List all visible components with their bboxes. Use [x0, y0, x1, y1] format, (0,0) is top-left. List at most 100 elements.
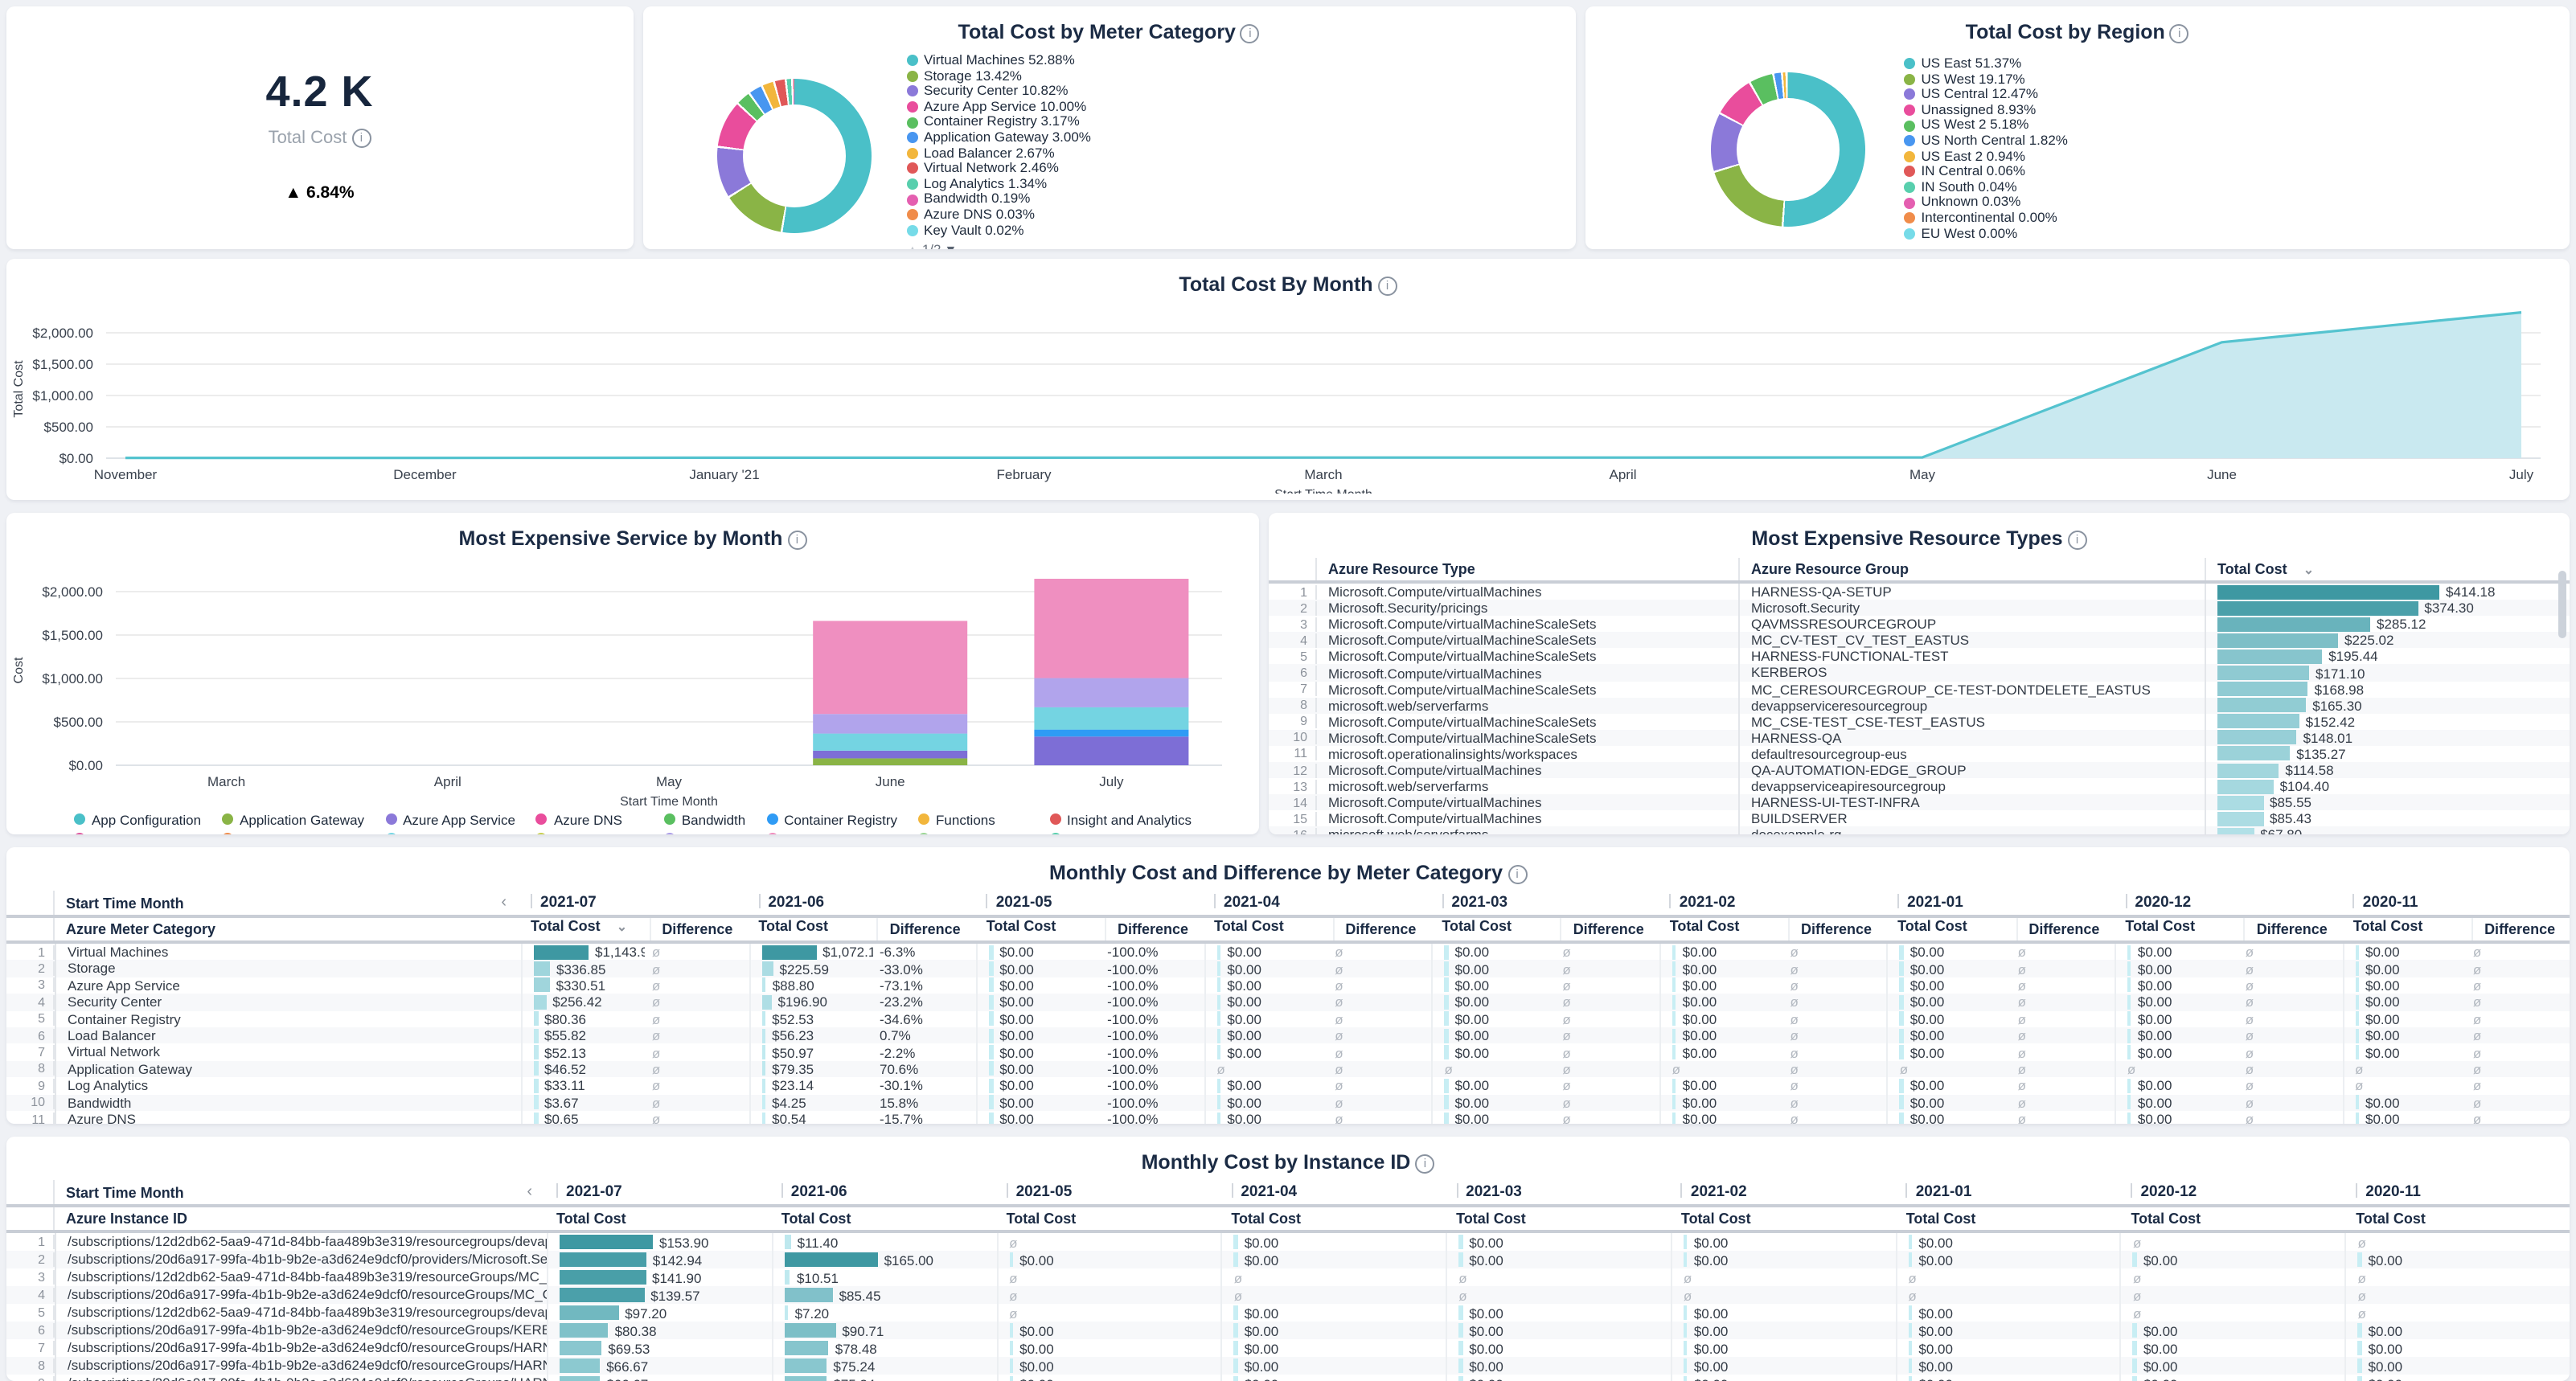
column-header[interactable]: Difference [2016, 918, 2114, 940]
table-row[interactable]: 3 Azure App Service$330.51ø$88.80-73.1%$… [6, 977, 2570, 994]
meter-category-donut[interactable] [716, 78, 871, 232]
sort-chevron-icon[interactable]: ⌄ [2303, 563, 2314, 577]
legend-item[interactable]: Key Vault [1049, 830, 1192, 834]
legend-item[interactable]: Storage [664, 830, 745, 834]
table-row[interactable]: 4 /subscriptions/20d6a917-99fa-4b1b-9b2e… [6, 1286, 2570, 1304]
prev-months-chevron-icon[interactable]: ‹ [527, 1183, 545, 1201]
column-header[interactable]: Azure Resource Group [1738, 558, 2205, 580]
legend-item[interactable]: Unknown 0.03% [1904, 195, 2068, 211]
bar-segment[interactable] [1034, 736, 1188, 765]
column-header[interactable]: Total Cost [1445, 1211, 1670, 1227]
legend-item[interactable]: Load Balancer [74, 830, 201, 834]
table-row[interactable]: 10 Microsoft.Compute/virtualMachineScale… [1269, 730, 2570, 746]
column-header[interactable]: Difference [1105, 918, 1203, 940]
column-header[interactable]: Azure Meter Category [53, 918, 519, 940]
table-row[interactable]: 11 Azure DNS$0.65ø$0.54-15.7%$0.00-100.0… [6, 1111, 2570, 1124]
column-header[interactable]: Total Cost [1203, 918, 1332, 940]
legend-item[interactable]: Azure DNS [536, 810, 643, 828]
legend-item[interactable]: Bandwidth [664, 810, 745, 828]
table-row[interactable]: 13 microsoft.web/serverfarms devappservi… [1269, 778, 2570, 794]
legend-item[interactable]: Azure App Service [385, 810, 515, 828]
legend-item[interactable]: IN Central 0.06% [1904, 164, 2068, 179]
table-row[interactable]: 4 Security Center$256.42ø$196.90-23.2%$0… [6, 994, 2570, 1010]
column-header[interactable]: Total Cost [975, 918, 1105, 940]
legend-item[interactable]: Virtual Machines 52.88% [906, 53, 1091, 68]
legend-item[interactable]: US Central 12.47% [1904, 87, 2068, 102]
table-row[interactable]: 3 /subscriptions/12d2db62-5aa9-471d-84bb… [6, 1268, 2570, 1286]
table-row[interactable]: 2 Storage$336.85ø$225.59-33.0%$0.00-100.… [6, 961, 2570, 977]
legend-item[interactable]: App Configuration [74, 810, 201, 828]
column-header[interactable]: Total Cost [2344, 1211, 2570, 1227]
column-header[interactable]: Difference [2244, 918, 2342, 940]
prev-months-chevron-icon[interactable]: ‹ [501, 894, 519, 912]
table-row[interactable]: 8 /subscriptions/20d6a917-99fa-4b1b-9b2e… [6, 1357, 2570, 1375]
column-header[interactable]: Total Cost [995, 1211, 1220, 1227]
column-header[interactable]: Difference [649, 918, 747, 940]
column-header[interactable]: Difference [877, 918, 975, 940]
column-header[interactable]: Total Cost [770, 1211, 995, 1227]
sort-chevron-icon[interactable]: ⌄ [617, 920, 627, 934]
table-row[interactable]: 2 Microsoft.Security/pricings Microsoft.… [1269, 600, 2570, 616]
legend-item[interactable]: Security Center [385, 830, 515, 834]
column-header[interactable]: Difference [1561, 918, 1659, 940]
page-up-icon[interactable]: ▲ [906, 242, 919, 249]
table-row[interactable]: 8 microsoft.web/serverfarms devappservic… [1269, 697, 2570, 713]
table-row[interactable]: 10 Bandwidth$3.67ø$4.2515.8%$0.00-100.0%… [6, 1094, 2570, 1111]
table-row[interactable]: 7 /subscriptions/20d6a917-99fa-4b1b-9b2e… [6, 1339, 2570, 1357]
table-row[interactable]: 6 /subscriptions/20d6a917-99fa-4b1b-9b2e… [6, 1322, 2570, 1339]
column-header[interactable]: Total Cost⌄ [2205, 558, 2570, 580]
table-row[interactable]: 16 microsoft.web/serverfarms docexample-… [1269, 827, 2570, 834]
legend-item[interactable]: Container Registry [766, 810, 897, 828]
column-header[interactable]: Total Cost [1895, 1211, 2120, 1227]
table-row[interactable]: 8 Application Gateway$46.52ø$79.3570.6%$… [6, 1060, 2570, 1077]
column-header[interactable]: Azure Resource Type [1315, 558, 1738, 580]
bar-segment[interactable] [1034, 579, 1188, 678]
column-header[interactable]: Total Cost [2342, 918, 2471, 940]
table-row[interactable]: 6 Microsoft.Compute/virtualMachines KERB… [1269, 665, 2570, 681]
table-row[interactable]: 1 /subscriptions/12d2db62-5aa9-471d-84bb… [6, 1233, 2570, 1251]
table-row[interactable]: 2 /subscriptions/20d6a917-99fa-4b1b-9b2e… [6, 1251, 2570, 1268]
table-row[interactable]: 9 Log Analytics$33.11ø$23.14-30.1%$0.00-… [6, 1077, 2570, 1094]
table-row[interactable]: 5 Container Registry$80.36ø$52.53-34.6%$… [6, 1010, 2570, 1027]
region-donut[interactable] [1711, 72, 1865, 226]
table-row[interactable]: 14 Microsoft.Compute/virtualMachines HAR… [1269, 794, 2570, 810]
bar-segment[interactable] [813, 714, 967, 733]
column-header[interactable]: Difference [1332, 918, 1430, 940]
page-down-icon[interactable]: ▼ [945, 242, 958, 249]
column-header[interactable]: Total Cost [747, 918, 876, 940]
column-header[interactable]: Difference [2471, 918, 2570, 940]
bar-segment[interactable] [1034, 678, 1188, 707]
table-row[interactable]: 9 /subscriptions/20d6a917-99fa-4b1b-9b2e… [6, 1375, 2570, 1381]
legend-item[interactable]: US North Central 1.82% [1904, 133, 2068, 149]
legend-item[interactable]: Key Vault 0.02% [906, 223, 1091, 238]
legend-item[interactable]: Virtual Network 2.46% [906, 161, 1091, 176]
column-header[interactable]: Total Cost⌄ [519, 918, 649, 940]
legend-item[interactable]: Bandwidth 0.19% [906, 192, 1091, 207]
legend-item[interactable]: Virtual Machines [766, 830, 897, 834]
bar-segment[interactable] [1034, 707, 1188, 730]
legend-item[interactable]: Application Gateway 3.00% [906, 130, 1091, 145]
table-row[interactable]: 5 Microsoft.Compute/virtualMachineScaleS… [1269, 649, 2570, 665]
table-row[interactable]: 6 Load Balancer$55.82ø$56.230.7%$0.00-10… [6, 1027, 2570, 1044]
table-row[interactable]: 3 Microsoft.Compute/virtualMachineScaleS… [1269, 616, 2570, 632]
table-row[interactable]: 5 /subscriptions/12d2db62-5aa9-471d-84bb… [6, 1304, 2570, 1322]
most-expensive-service-chart[interactable]: $0.00$500.00$1,000.00$1,500.00$2,000.00M… [6, 550, 1245, 807]
bar-segment[interactable] [813, 621, 967, 714]
table-row[interactable]: 11 microsoft.operationalinsights/workspa… [1269, 746, 2570, 762]
legend-item[interactable]: Intercontinental 0.00% [1904, 211, 2068, 226]
legend-item[interactable]: EU West 0.00% [1904, 226, 2068, 241]
table-row[interactable]: 1 Microsoft.Compute/virtualMachines HARN… [1269, 584, 2570, 600]
table-row[interactable]: 12 Microsoft.Compute/virtualMachines QA-… [1269, 762, 2570, 778]
legend-item[interactable]: Security Center 10.82% [906, 84, 1091, 99]
table-row[interactable]: 7 Virtual Network$52.13ø$50.97-2.2%$0.00… [6, 1044, 2570, 1061]
column-header[interactable]: Total Cost [1220, 1211, 1445, 1227]
column-header[interactable]: Total Cost [1670, 1211, 1895, 1227]
column-header[interactable]: Total Cost [1886, 918, 2016, 940]
column-header[interactable]: Total Cost [2114, 918, 2243, 940]
bar-segment[interactable] [813, 751, 967, 759]
column-header[interactable]: Total Cost [1430, 918, 1560, 940]
legend-item[interactable]: US East 51.37% [1904, 56, 2068, 72]
legend-item[interactable]: Application Gateway [222, 810, 364, 828]
legend-item[interactable]: Log Analytics [222, 830, 364, 834]
column-header[interactable]: Total Cost [545, 1211, 770, 1227]
